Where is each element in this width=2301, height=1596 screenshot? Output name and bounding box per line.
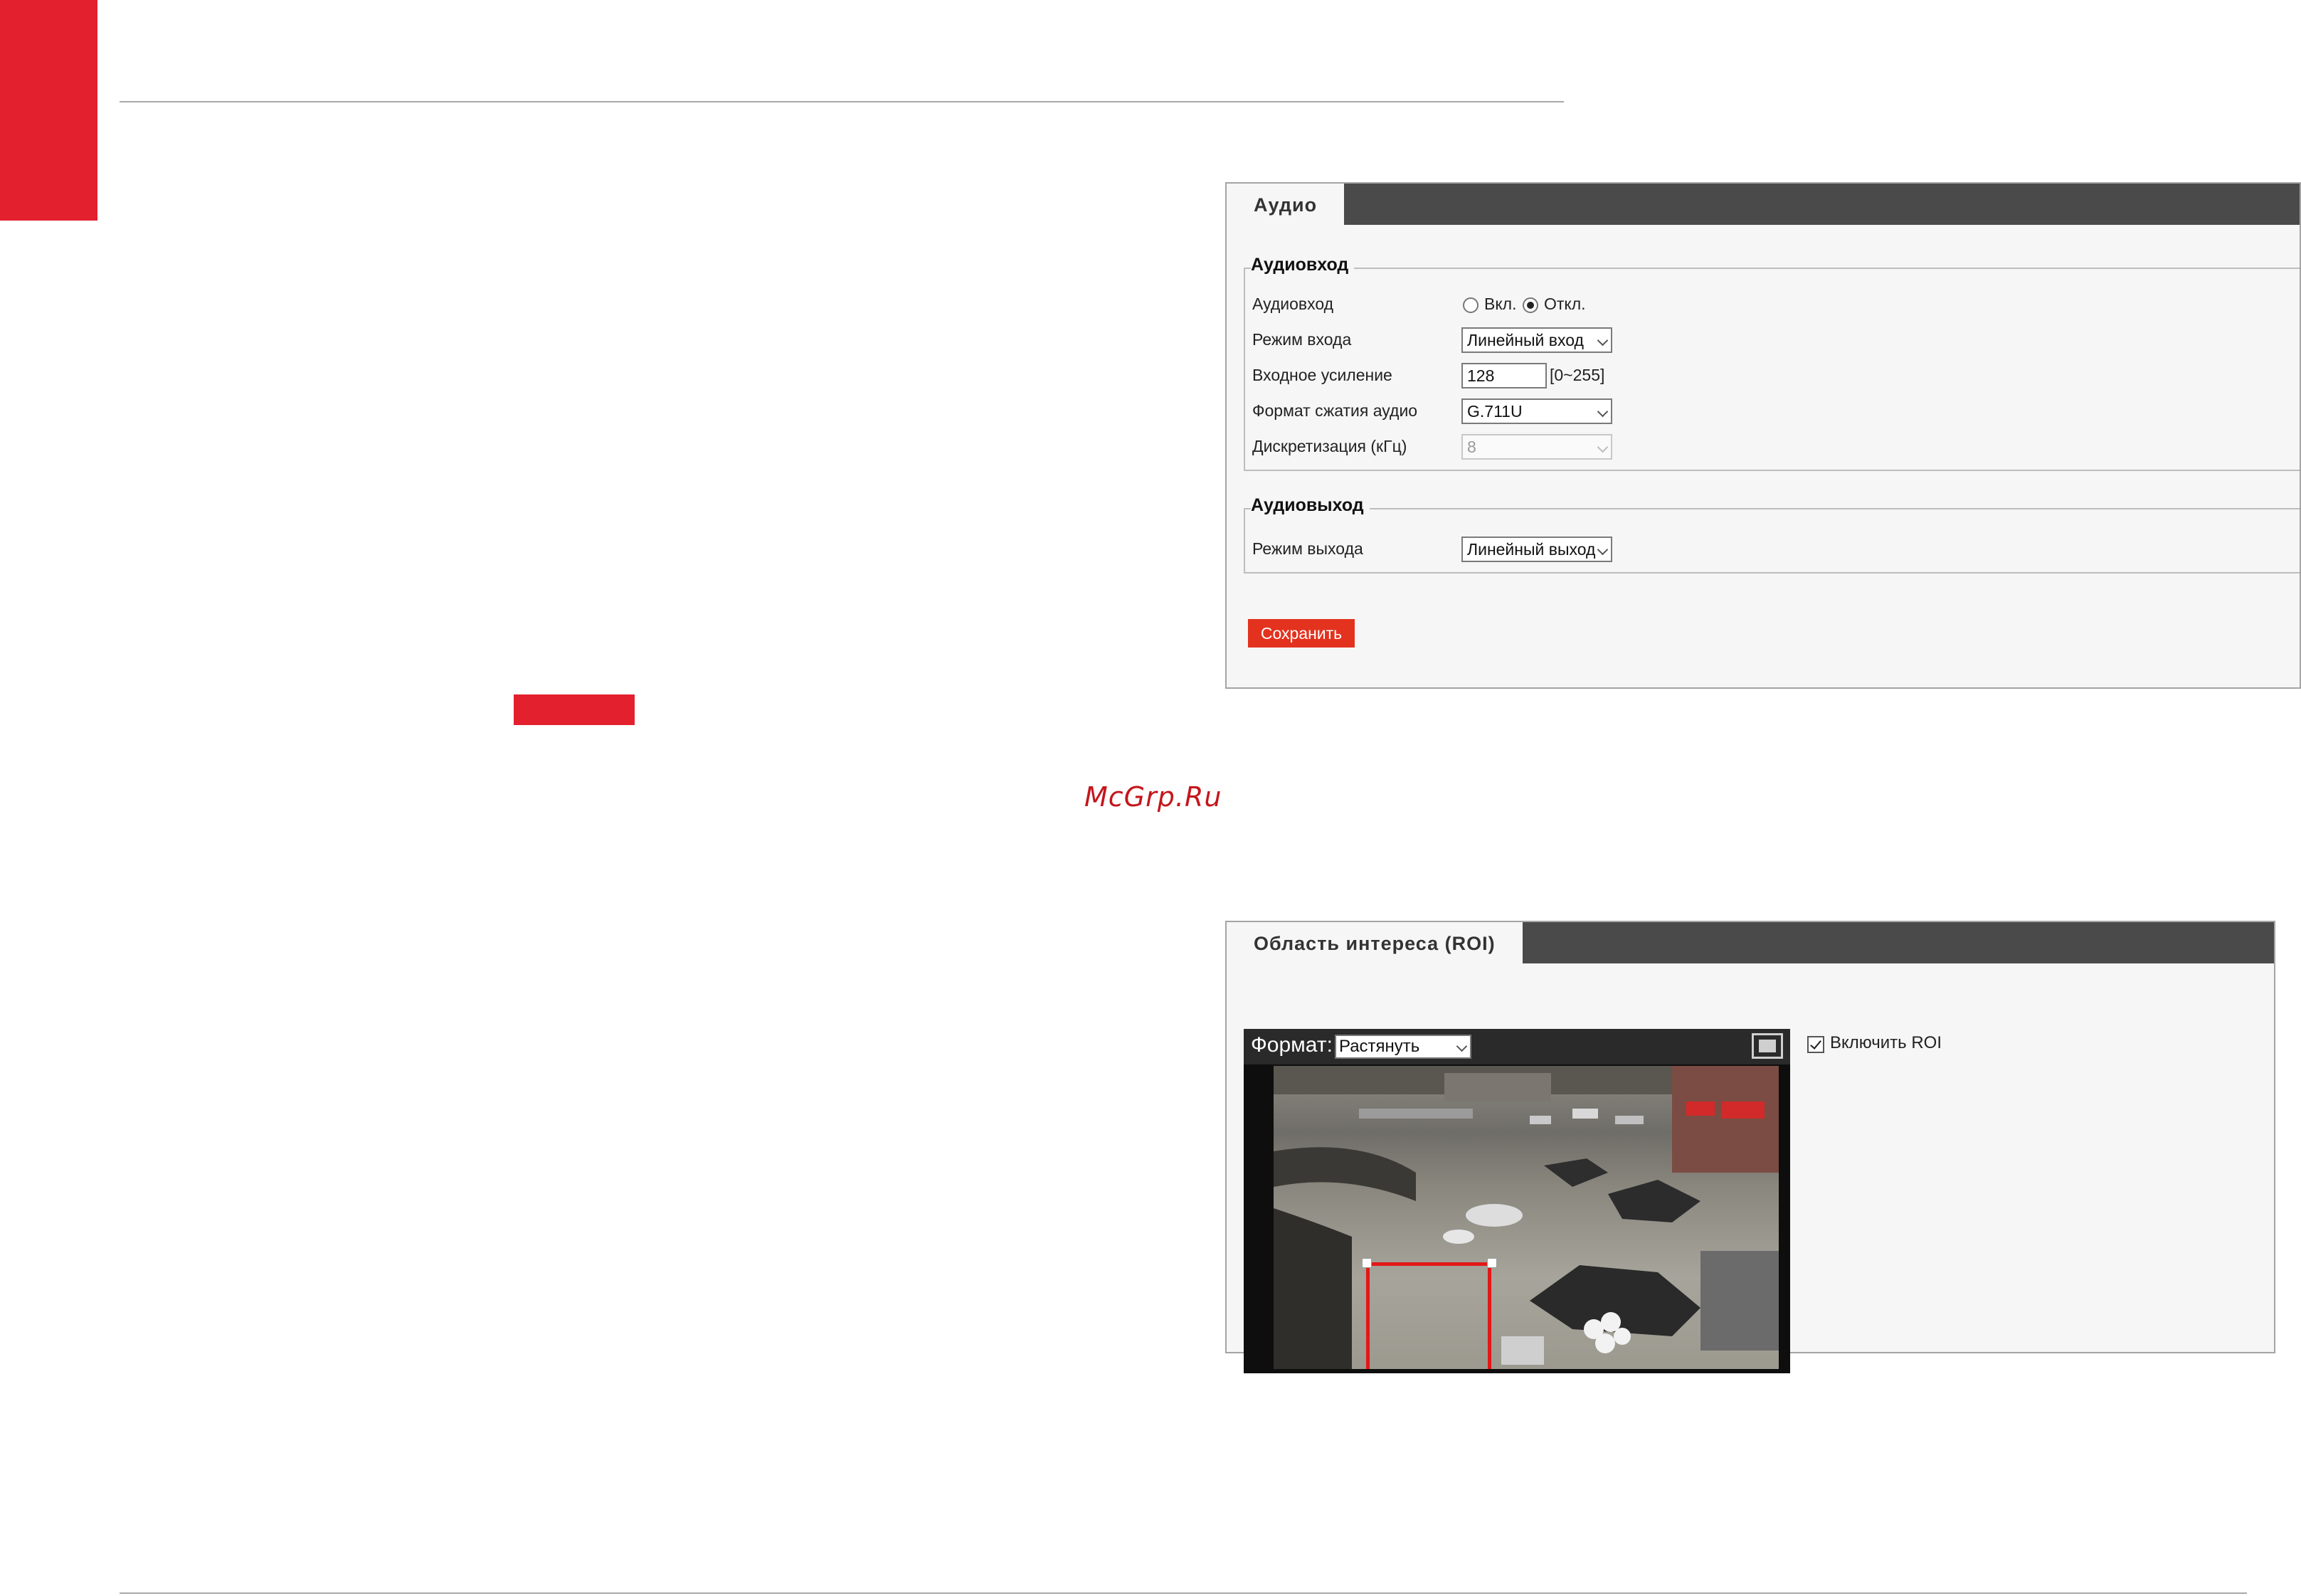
input-mode-label: Режим входа — [1252, 330, 1352, 349]
audio-tab-bar — [1227, 184, 2300, 225]
codec-select[interactable]: G.711U — [1461, 398, 1612, 424]
codec-label: Формат сжатия аудио — [1252, 401, 1418, 420]
roi-selection-box[interactable] — [1366, 1262, 1491, 1369]
audio-input-off-label: Откл. — [1544, 295, 1586, 313]
enable-roi-checkbox[interactable] — [1807, 1036, 1824, 1053]
input-gain-field[interactable]: 128 — [1461, 363, 1547, 389]
input-gain-range: [0~255] — [1550, 366, 1605, 384]
chevron-down-icon — [1597, 406, 1609, 418]
roi-settings-panel: Область интереса (ROI) Формат: Растянуть — [1225, 921, 2275, 1373]
camera-scene-image — [1274, 1066, 1779, 1369]
chevron-down-icon — [1597, 441, 1609, 453]
scene-illustration — [1274, 1066, 1779, 1369]
output-mode-select[interactable]: Линейный выход — [1461, 537, 1612, 562]
audio-input-label: Аудиовход — [1252, 295, 1334, 313]
input-mode-select[interactable]: Линейный вход — [1461, 327, 1612, 353]
audio-input-group-bottom-border — [1244, 470, 2300, 471]
brand-corner-block — [0, 0, 97, 221]
audio-output-group-top-border — [1244, 508, 2300, 509]
format-label: Формат: — [1251, 1033, 1333, 1057]
audio-input-off-radio[interactable] — [1523, 297, 1538, 313]
sampling-rate-select: 8 — [1461, 434, 1612, 460]
input-gain-label: Входное усиление — [1252, 366, 1392, 384]
audio-output-group-left-border — [1244, 508, 1245, 574]
footer-divider — [120, 1592, 2247, 1594]
audio-input-group-legend: Аудиовход — [1251, 255, 1355, 275]
sampling-rate-label: Дискретизация (кГц) — [1252, 437, 1407, 455]
output-mode-value: Линейный выход — [1467, 540, 1595, 559]
audio-input-group-top-border — [1244, 268, 2300, 269]
chevron-down-icon — [1456, 1040, 1468, 1052]
format-value: Растянуть — [1339, 1037, 1420, 1056]
chevron-down-icon — [1597, 544, 1609, 556]
audio-input-group-left-border — [1244, 268, 1245, 471]
save-button[interactable]: Сохранить — [1248, 619, 1355, 648]
brand-accent-bar — [514, 694, 635, 725]
header-divider — [120, 101, 1564, 102]
output-mode-label: Режим выхода — [1252, 539, 1363, 558]
fullscreen-icon[interactable] — [1752, 1033, 1783, 1059]
tab-audio[interactable]: Аудио — [1227, 184, 1345, 226]
codec-value: G.711U — [1467, 402, 1523, 421]
audio-output-group-legend: Аудиовыход — [1251, 495, 1370, 516]
audio-input-on-radio[interactable] — [1463, 297, 1479, 313]
chevron-down-icon — [1597, 334, 1609, 347]
audio-settings-panel: Аудио Аудиовход Аудиовход Вкл. Откл. Реж… — [1225, 182, 2301, 689]
tab-roi[interactable]: Область интереса (ROI) — [1227, 922, 1523, 965]
roi-panel-body: Формат: Растянуть Включить ROI — [1227, 965, 2274, 1373]
sampling-rate-value: 8 — [1467, 438, 1476, 456]
roi-handle-top-left[interactable] — [1362, 1258, 1372, 1268]
enable-roi-label: Включить ROI — [1830, 1033, 1942, 1052]
input-mode-value: Линейный вход — [1467, 331, 1584, 349]
audio-input-on-label: Вкл. — [1484, 295, 1517, 313]
video-preview[interactable]: Формат: Растянуть — [1244, 1029, 1790, 1373]
format-select[interactable]: Растянуть — [1335, 1035, 1471, 1059]
audio-output-group-bottom-border — [1244, 572, 2300, 574]
audio-panel-body: Аудиовход Аудиовход Вкл. Откл. Режим вхо… — [1227, 226, 2300, 687]
watermark: McGrp.Ru — [1084, 781, 1222, 813]
roi-handle-top-right[interactable] — [1487, 1258, 1497, 1268]
